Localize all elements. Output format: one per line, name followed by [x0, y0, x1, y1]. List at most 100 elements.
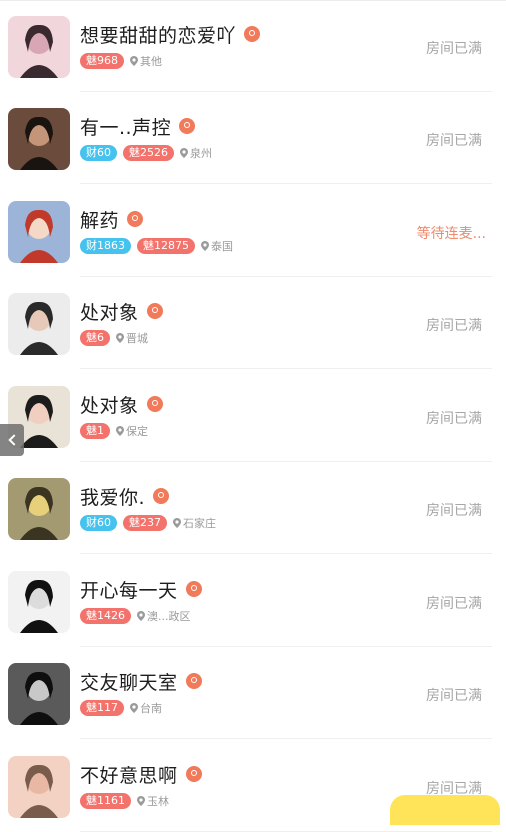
room-row[interactable]: 想要甜甜的恋爱吖魅968 其他 房间已满 [0, 0, 506, 92]
map-pin-icon [180, 148, 188, 158]
wealth-badge: 财60 [80, 515, 117, 531]
room-tags: 魅968 其他 [80, 52, 162, 70]
room-status: 房间已满 [426, 503, 482, 519]
room-row[interactable]: 交友聊天室魅117 台南 房间已满 [0, 647, 506, 739]
room-status: 房间已满 [426, 318, 482, 334]
wealth-badge: 财60 [80, 145, 117, 161]
room-status: 房间已满 [426, 688, 482, 704]
location-badge-icon [146, 303, 163, 319]
room-row[interactable]: 有一..声控财60 魅2526 泉州 房间已满 [0, 92, 506, 184]
row-divider [80, 368, 492, 369]
room-row[interactable]: 处对象魅6 晋城 房间已满 [0, 277, 506, 369]
room-name: 开心每一天 [80, 579, 178, 602]
room-row[interactable]: 我爱你. 财60 魅237 石家庄 房间已满 [0, 462, 506, 554]
room-avatar [8, 478, 70, 540]
map-pin-icon [130, 56, 138, 66]
room-location-text: 其他 [140, 55, 162, 68]
room-location-text: 泉州 [190, 147, 212, 160]
charm-badge: 魅2526 [123, 145, 174, 161]
room-tags: 财60 魅237 石家庄 [80, 514, 216, 532]
room-name: 有一..声控 [80, 116, 172, 139]
room-location: 保定 [116, 423, 148, 439]
row-divider [80, 553, 492, 554]
room-name-line: 不好意思啊 [80, 760, 202, 788]
charm-badge: 魅237 [123, 515, 167, 531]
floating-action-button[interactable] [390, 795, 500, 825]
room-name-line: 处对象 [80, 297, 163, 325]
room-location: 泉州 [180, 145, 212, 161]
room-name-line: 解药 [80, 205, 144, 233]
map-pin-icon [173, 518, 181, 528]
chevron-left-icon [7, 434, 20, 446]
location-badge-icon [185, 673, 202, 689]
room-location-text: 玉林 [147, 795, 169, 808]
room-list: 想要甜甜的恋爱吖 魅968 其他 房间已满 有一..声控 财60 魅2526 泉州 房间已满 解药… [0, 0, 506, 832]
room-location-text: 台南 [140, 702, 162, 715]
room-tags: 魅1426 澳...政区 [80, 607, 191, 625]
charm-badge: 魅6 [80, 330, 110, 346]
charm-badge: 魅968 [80, 53, 124, 69]
map-pin-icon [137, 611, 145, 621]
room-location: 台南 [130, 700, 162, 716]
charm-badge: 魅1161 [80, 793, 131, 809]
room-avatar [8, 663, 70, 725]
room-location: 晋城 [116, 330, 148, 346]
map-pin-icon [201, 241, 209, 251]
room-name-line: 有一..声控 [80, 112, 196, 140]
wealth-badge: 财1863 [80, 238, 131, 254]
room-location-text: 石家庄 [183, 517, 216, 530]
location-badge-icon [127, 211, 144, 227]
map-pin-icon [116, 426, 124, 436]
location-badge-icon [179, 118, 196, 134]
room-name: 处对象 [80, 301, 139, 324]
room-tags: 魅1161 玉林 [80, 792, 169, 810]
room-status: 房间已满 [426, 596, 482, 612]
room-name-line: 我爱你. [80, 482, 170, 510]
charm-badge: 魅117 [80, 700, 124, 716]
room-location: 玉林 [137, 793, 169, 809]
row-divider [80, 183, 492, 184]
room-avatar [8, 756, 70, 818]
room-name: 解药 [80, 209, 120, 232]
charm-badge: 魅1 [80, 423, 110, 439]
room-status: 房间已满 [426, 411, 482, 427]
room-row[interactable]: 处对象魅1 保定 房间已满 [0, 370, 506, 462]
room-tags: 魅1 保定 [80, 422, 148, 440]
room-name: 我爱你. [80, 486, 146, 509]
room-tags: 魅117 台南 [80, 699, 162, 717]
room-avatar [8, 293, 70, 355]
room-location-text: 澳...政区 [147, 610, 191, 623]
room-name: 交友聊天室 [80, 671, 178, 694]
location-badge-icon [146, 396, 163, 412]
room-avatar [8, 201, 70, 263]
room-row[interactable]: 开心每一天魅1426 澳...政区 房间已满 [0, 555, 506, 647]
room-status: 房间已满 [426, 41, 482, 57]
room-name-line: 开心每一天 [80, 575, 202, 603]
room-status: 等待连麦... [416, 226, 486, 242]
room-location: 泰国 [201, 238, 233, 254]
room-row[interactable]: 解药财1863 魅12875 泰国 等待连麦... [0, 185, 506, 277]
room-location-text: 保定 [126, 425, 148, 438]
room-name-line: 处对象 [80, 390, 163, 418]
map-pin-icon [130, 703, 138, 713]
charm-badge: 魅12875 [137, 238, 195, 254]
location-badge-icon [244, 26, 261, 42]
room-name-line: 交友聊天室 [80, 667, 202, 695]
location-badge-icon [185, 581, 202, 597]
room-avatar [8, 108, 70, 170]
room-avatar [8, 16, 70, 78]
room-name: 想要甜甜的恋爱吖 [80, 24, 237, 47]
side-collapse-button[interactable] [0, 424, 24, 456]
room-location: 澳...政区 [137, 608, 191, 624]
room-avatar [8, 571, 70, 633]
room-tags: 魅6 晋城 [80, 329, 148, 347]
room-name: 处对象 [80, 394, 139, 417]
room-name: 不好意思啊 [80, 764, 178, 787]
room-location-text: 泰国 [211, 240, 233, 253]
room-name-line: 想要甜甜的恋爱吖 [80, 20, 261, 48]
room-location: 其他 [130, 53, 162, 69]
location-badge-icon [153, 488, 170, 504]
room-status: 房间已满 [426, 133, 482, 149]
charm-badge: 魅1426 [80, 608, 131, 624]
room-location-text: 晋城 [126, 332, 148, 345]
